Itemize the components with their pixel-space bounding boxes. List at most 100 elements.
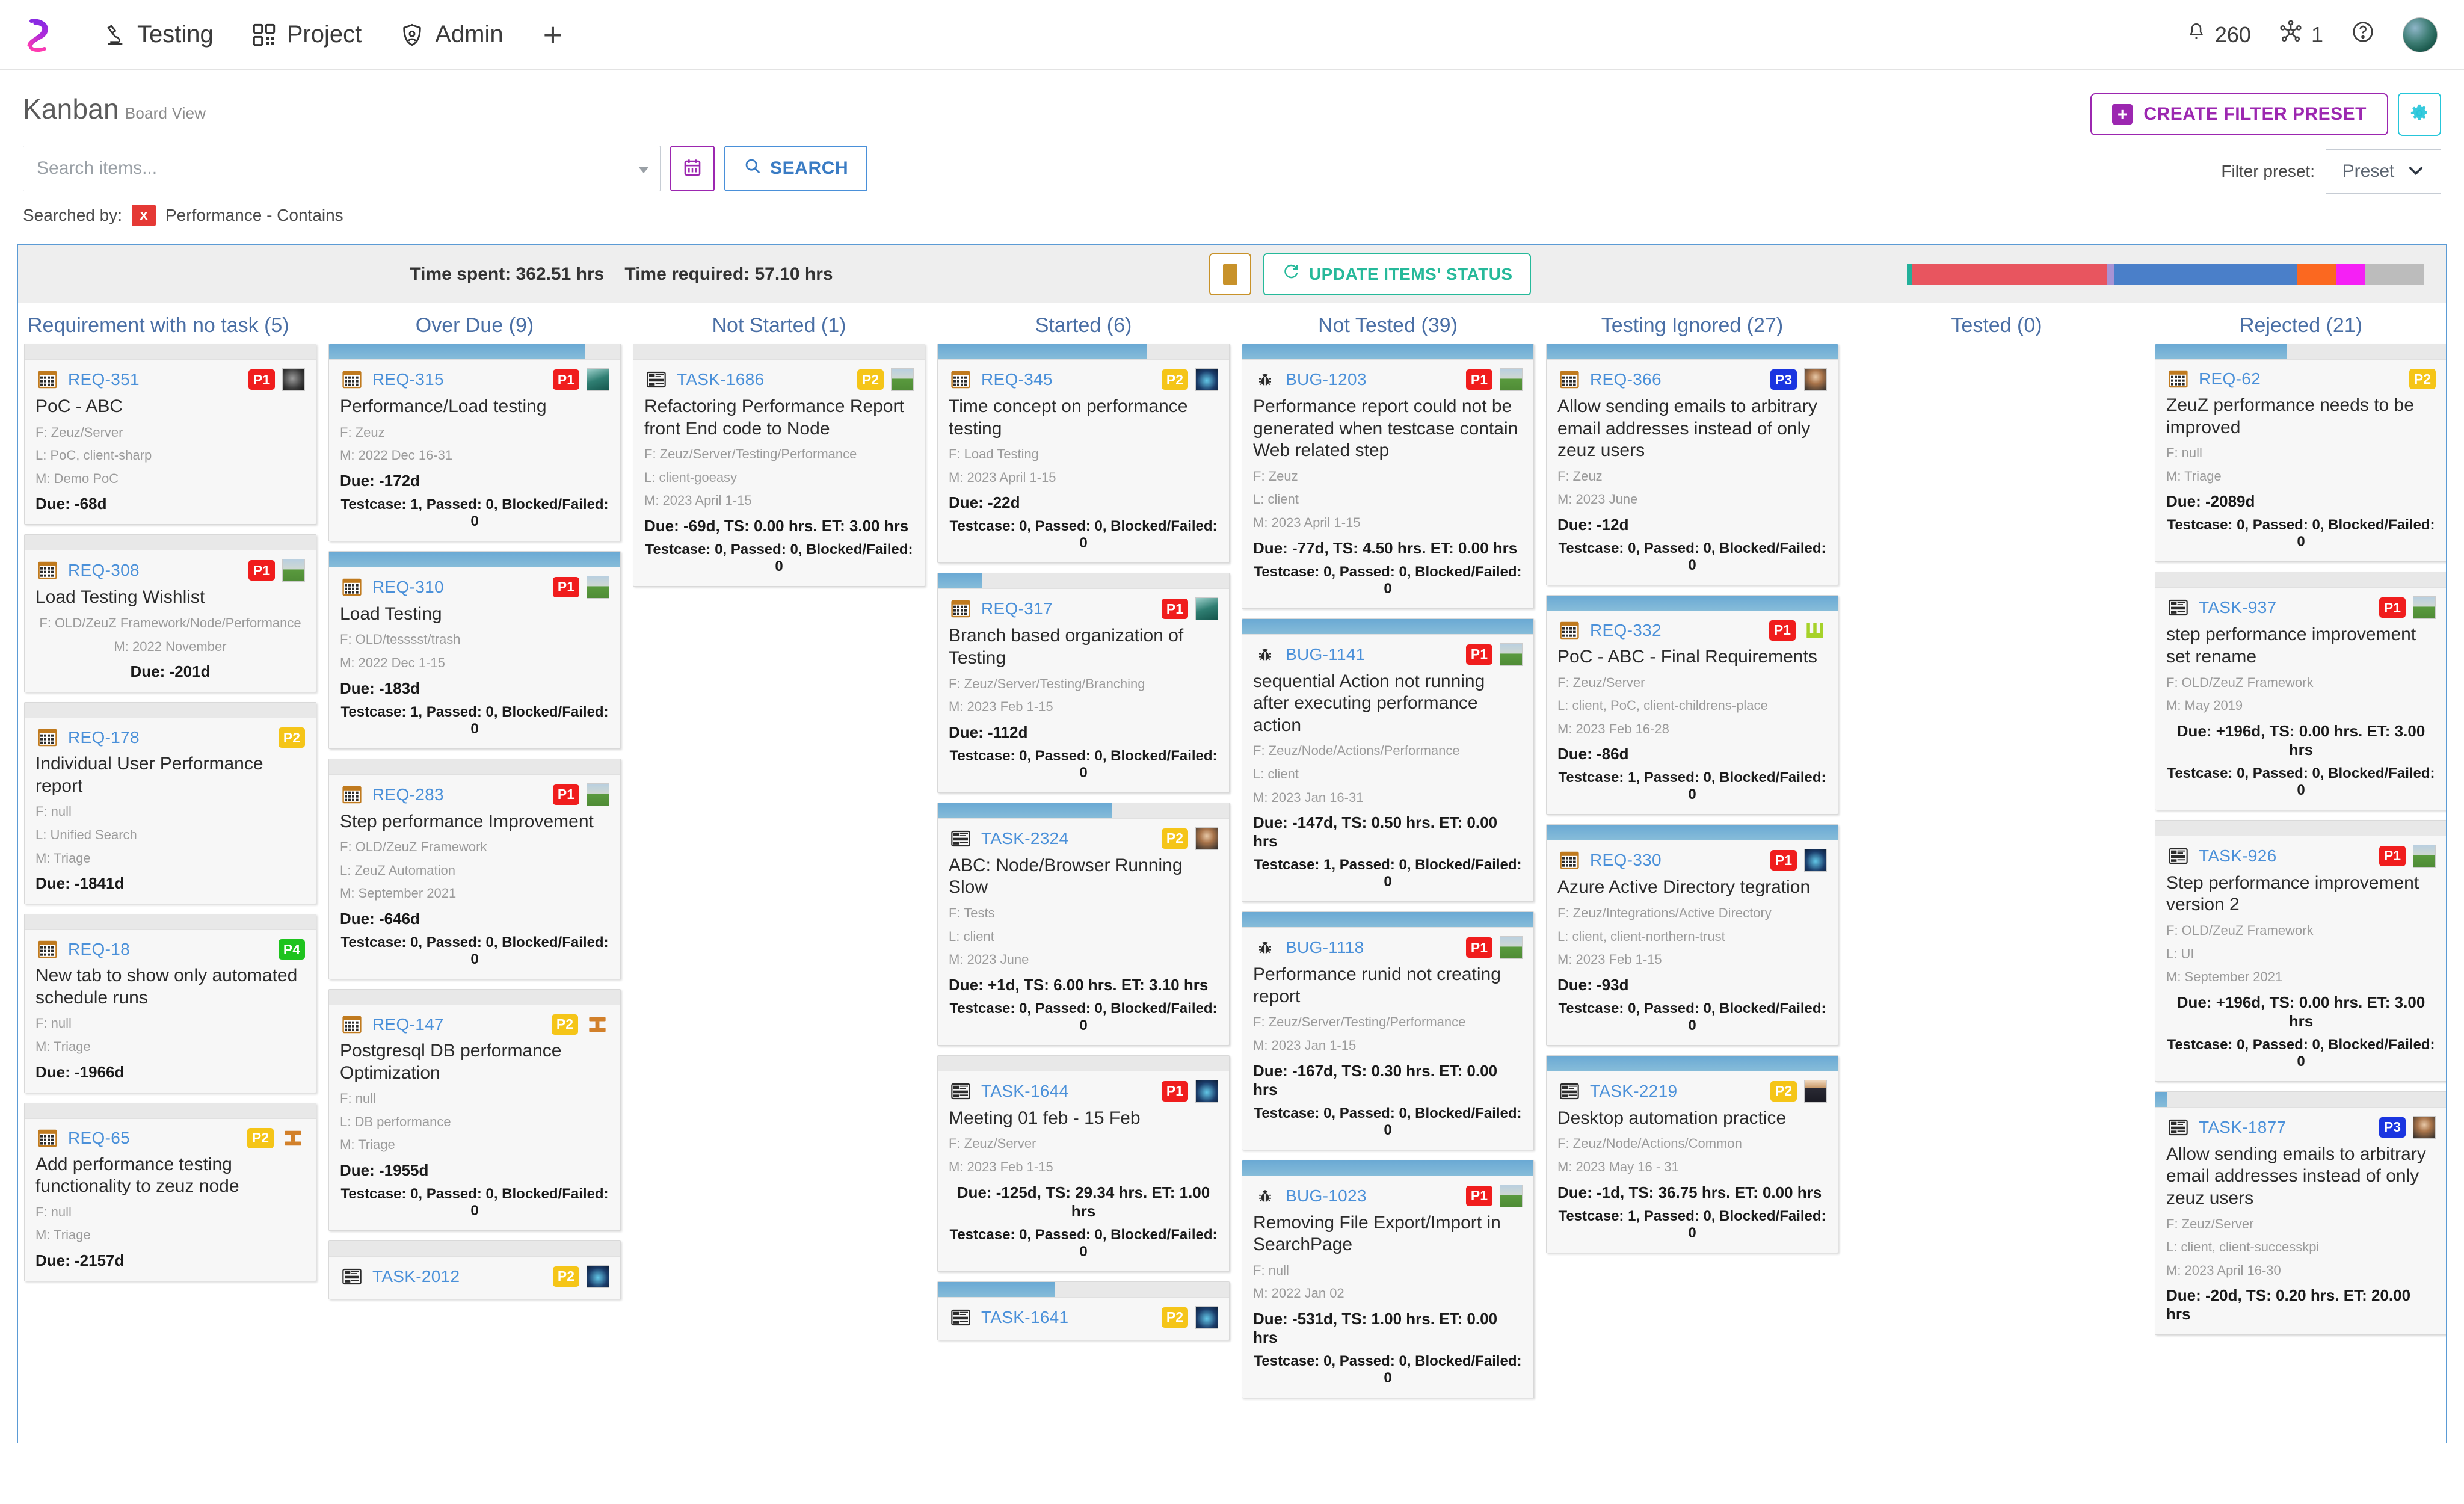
- assignee-avatar[interactable]: [1500, 936, 1523, 960]
- card-id-link[interactable]: REQ-366: [1590, 370, 1662, 389]
- filter-preset-select[interactable]: Preset: [2326, 149, 2441, 194]
- search-button[interactable]: SEARCH: [724, 146, 868, 191]
- kanban-card[interactable]: REQ-65 P2 Add performance testing function…: [24, 1102, 316, 1281]
- assignee-avatar[interactable]: [1500, 643, 1523, 666]
- board-column[interactable]: REQ-351 P1 PoC - ABC F: Zeuz/Server L: PoC, …: [18, 344, 322, 1291]
- zeuz-logo-icon[interactable]: [16, 13, 60, 57]
- card-id-link[interactable]: TASK-2219: [1590, 1082, 1677, 1101]
- kanban-card[interactable]: BUG-1023 P1 Removing File Export/Import in…: [1242, 1159, 1534, 1398]
- board-column[interactable]: REQ-62 P2 ZeuZ performance needs to be imp…: [2149, 344, 2446, 1345]
- settings-button[interactable]: [2398, 93, 2441, 136]
- kanban-card[interactable]: TASK-1877 P3 Allow sending emails to arbit…: [2155, 1091, 2446, 1336]
- assignee-avatar[interactable]: [891, 368, 914, 391]
- user-avatar[interactable]: [2403, 17, 2438, 52]
- assignee-avatar[interactable]: [587, 575, 609, 599]
- board-column[interactable]: REQ-315 P1 Performance/Load testing F: Zeuz…: [322, 344, 627, 1309]
- card-id-link[interactable]: TASK-1877: [2199, 1118, 2286, 1137]
- nodes-button[interactable]: 1: [2279, 20, 2323, 49]
- kanban-card[interactable]: REQ-178 P2 Individual User Performance rep…: [24, 702, 316, 905]
- kanban-card[interactable]: BUG-1118 P1 Performance runid not creating…: [1242, 911, 1534, 1150]
- board-column[interactable]: REQ-366 P3 Allow sending emails to arbitra…: [1540, 344, 1844, 1263]
- assignee-avatar[interactable]: [1195, 368, 1218, 391]
- card-id-link[interactable]: REQ-310: [372, 578, 444, 597]
- search-input[interactable]: Search items...: [23, 146, 661, 191]
- card-id-link[interactable]: BUG-1141: [1286, 645, 1366, 664]
- notifications-button[interactable]: 260: [2186, 20, 2251, 49]
- card-id-link[interactable]: TASK-937: [2199, 598, 2277, 617]
- kanban-card[interactable]: TASK-1641 P2: [937, 1281, 1230, 1340]
- card-id-link[interactable]: BUG-1118: [1286, 938, 1364, 957]
- assignee-avatar[interactable]: [1500, 368, 1523, 391]
- card-id-link[interactable]: REQ-18: [68, 940, 130, 959]
- assignee-avatar[interactable]: [587, 1265, 609, 1288]
- card-id-link[interactable]: TASK-2324: [981, 829, 1068, 848]
- kanban-card[interactable]: REQ-315 P1 Performance/Load testing F: Zeuz…: [328, 344, 621, 541]
- card-id-link[interactable]: TASK-926: [2199, 846, 2277, 866]
- card-id-link[interactable]: REQ-351: [68, 370, 140, 389]
- card-id-link[interactable]: TASK-2012: [372, 1267, 460, 1286]
- assignee-avatar[interactable]: [1195, 597, 1218, 621]
- kanban-card[interactable]: REQ-330 P1 Azure Active Directory tegratio…: [1546, 824, 1838, 1046]
- card-id-link[interactable]: REQ-65: [68, 1129, 130, 1148]
- kanban-card[interactable]: REQ-308 P1 Load Testing Wishlist F: OLD/Zeu…: [24, 534, 316, 693]
- card-id-link[interactable]: REQ-308: [68, 561, 140, 580]
- kanban-card[interactable]: TASK-926 P1 Step performance improvement v…: [2155, 819, 2446, 1082]
- board-column[interactable]: BUG-1203 P1 Performance report could not b…: [1236, 344, 1540, 1408]
- kanban-card[interactable]: TASK-1644 P1 Meeting 01 feb - 15 Feb F: Zeu…: [937, 1055, 1230, 1272]
- update-items-status-button[interactable]: UPDATE ITEMS' STATUS: [1263, 253, 1531, 295]
- kanban-card[interactable]: REQ-283 P1 Step performance Improvement F: …: [328, 758, 621, 979]
- kanban-card[interactable]: TASK-937 P1 step performance improvement s…: [2155, 572, 2446, 810]
- assignee-avatar[interactable]: [587, 368, 609, 391]
- kanban-card[interactable]: TASK-1686 P2 Refactoring Performance Repor…: [633, 344, 925, 587]
- kanban-card[interactable]: REQ-345 P2 Time concept on performance tes…: [937, 344, 1230, 564]
- kanban-card[interactable]: REQ-18 P4 New tab to show only automated s…: [24, 914, 316, 1093]
- assignee-avatar[interactable]: [2413, 596, 2436, 620]
- assignee-avatar[interactable]: [2413, 844, 2436, 868]
- nav-item-project[interactable]: Project: [233, 15, 381, 54]
- kanban-card[interactable]: REQ-310 P1 Load Testing F: OLD/tesssst/tras…: [328, 550, 621, 749]
- kanban-card[interactable]: BUG-1203 P1 Performance report could not b…: [1242, 344, 1534, 609]
- assignee-avatar[interactable]: [282, 368, 305, 391]
- kanban-card[interactable]: REQ-332 P1 PoC - ABC - Final Requirements F…: [1546, 594, 1838, 815]
- card-id-link[interactable]: REQ-330: [1590, 851, 1662, 870]
- kanban-card[interactable]: REQ-62 P2 ZeuZ performance needs to be imp…: [2155, 344, 2446, 562]
- nav-item-admin[interactable]: Admin: [381, 15, 522, 54]
- card-id-link[interactable]: REQ-283: [372, 785, 444, 804]
- card-id-link[interactable]: TASK-1686: [677, 370, 764, 389]
- assignee-avatar[interactable]: [1195, 1305, 1218, 1329]
- card-id-link[interactable]: TASK-1641: [981, 1308, 1068, 1327]
- help-button[interactable]: [2351, 20, 2375, 49]
- card-id-link[interactable]: BUG-1023: [1286, 1186, 1367, 1206]
- assignee-avatar[interactable]: [1500, 1184, 1523, 1207]
- kanban-card[interactable]: REQ-147 P2 Postgresql DB performance Optim…: [328, 988, 621, 1231]
- chevron-down-icon[interactable]: [638, 167, 649, 173]
- kanban-card[interactable]: TASK-2324 P2 ABC: Node/Browser Running Slo…: [937, 802, 1230, 1046]
- kanban-card[interactable]: TASK-2219 P2 Desktop automation practice F:…: [1546, 1055, 1838, 1253]
- calendar-filter-button[interactable]: [670, 146, 715, 191]
- kanban-card[interactable]: REQ-317 P1 Branch based organization of Te…: [937, 573, 1230, 793]
- card-id-link[interactable]: REQ-345: [981, 370, 1053, 389]
- assignee-avatar[interactable]: [1195, 827, 1218, 850]
- kanban-card[interactable]: REQ-351 P1 PoC - ABC F: Zeuz/Server L: PoC, …: [24, 344, 316, 525]
- kanban-card[interactable]: REQ-366 P3 Allow sending emails to arbitra…: [1546, 344, 1838, 585]
- card-id-link[interactable]: BUG-1203: [1286, 370, 1367, 389]
- card-id-link[interactable]: TASK-1644: [981, 1082, 1068, 1101]
- board-column[interactable]: REQ-345 P2 Time concept on performance tes…: [931, 344, 1236, 1350]
- add-tab-button[interactable]: +: [523, 17, 584, 52]
- board-column[interactable]: TASK-1686 P2 Refactoring Performance Repor…: [627, 344, 931, 596]
- assignee-avatar[interactable]: [1804, 849, 1827, 872]
- card-id-link[interactable]: REQ-315: [372, 370, 444, 389]
- kanban-card[interactable]: BUG-1141 P1 sequential Action not running …: [1242, 618, 1534, 902]
- nav-item-testing[interactable]: Testing: [83, 15, 233, 54]
- kanban-card[interactable]: TASK-2012 P2: [328, 1240, 621, 1299]
- card-id-link[interactable]: REQ-178: [68, 728, 140, 747]
- card-view-toggle-button[interactable]: [1209, 253, 1251, 295]
- assignee-avatar[interactable]: [1195, 1079, 1218, 1103]
- remove-filter-chip-button[interactable]: x: [132, 205, 156, 226]
- assignee-avatar[interactable]: [282, 559, 305, 582]
- card-id-link[interactable]: REQ-62: [2199, 369, 2261, 389]
- assignee-avatar[interactable]: [587, 783, 609, 806]
- card-id-link[interactable]: REQ-332: [1590, 621, 1662, 640]
- create-filter-preset-button[interactable]: + CREATE FILTER PRESET: [2090, 93, 2388, 135]
- assignee-avatar[interactable]: [1804, 1079, 1827, 1103]
